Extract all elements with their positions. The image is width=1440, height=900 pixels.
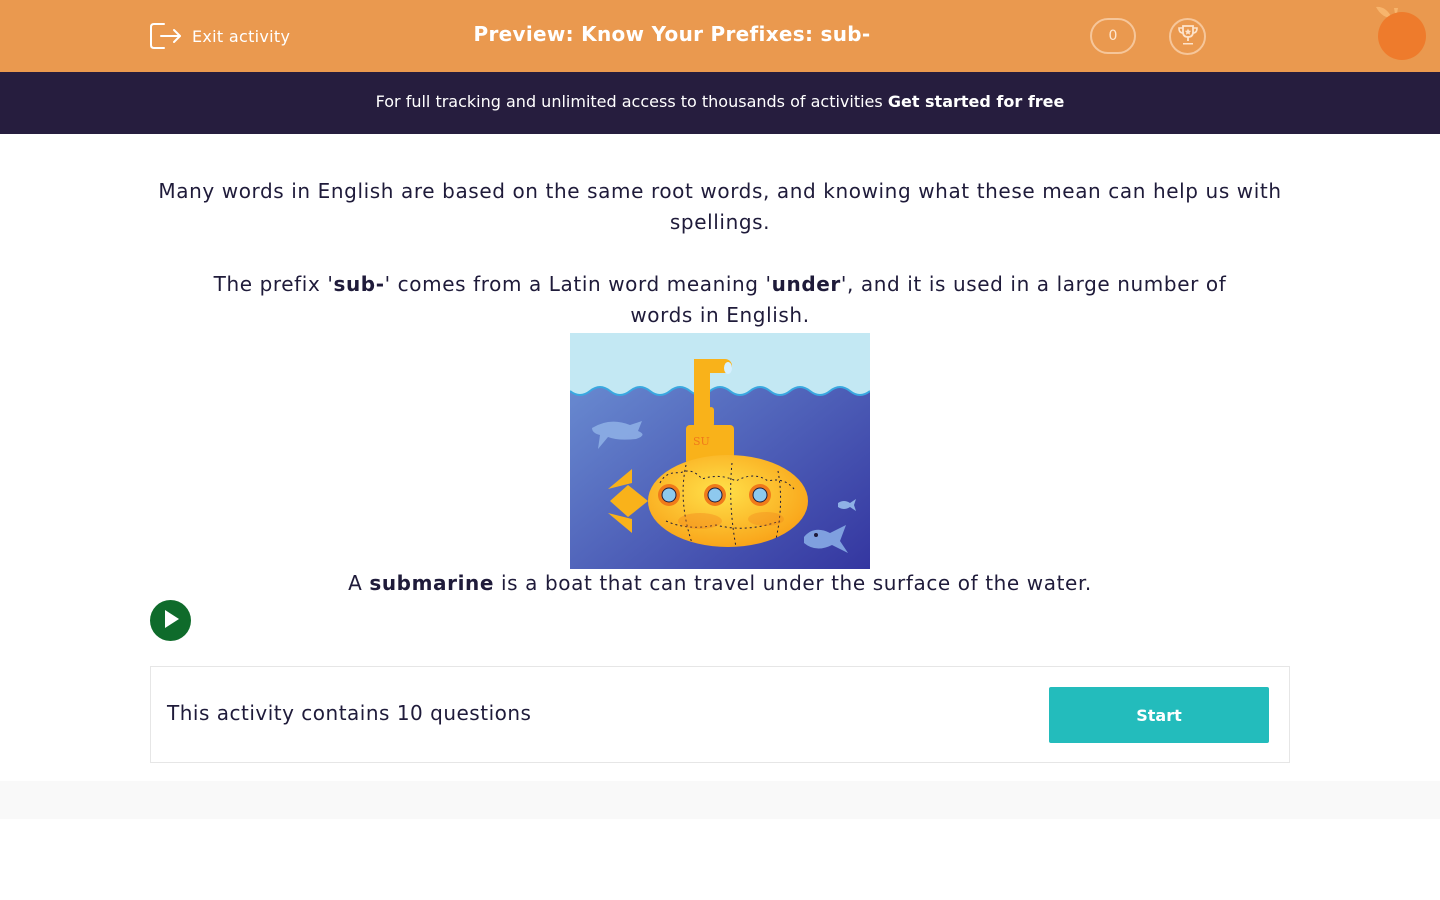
play-icon xyxy=(162,609,180,633)
trophy-icon xyxy=(1177,24,1199,50)
meaning-term: under xyxy=(771,272,841,296)
caption-text-part: A xyxy=(348,571,370,595)
intro-paragraph-1: Many words in English are based on the s… xyxy=(158,179,1282,234)
submarine-illustration: SU xyxy=(569,333,871,569)
intro-text: Many words in English are based on the s… xyxy=(150,176,1290,331)
top-bar: Exit activity Preview: Know Your Prefixe… xyxy=(0,0,1440,72)
question-count-text: This activity contains 10 questions xyxy=(167,701,532,725)
intro-paragraph-2: The prefix 'sub-' comes from a Latin wor… xyxy=(150,269,1290,331)
promo-banner: For full tracking and unlimited access t… xyxy=(0,72,1440,134)
caption-text-part: is a boat that can travel under the surf… xyxy=(494,571,1092,595)
activity-card: This activity contains 10 questions Star… xyxy=(150,666,1290,763)
score-counter: 0 xyxy=(1090,18,1136,54)
play-audio-button[interactable] xyxy=(150,600,191,641)
intro-text-part: ' comes from a Latin word meaning ' xyxy=(384,272,772,296)
orange-logo-icon[interactable] xyxy=(1374,4,1430,66)
illustration-caption: A submarine is a boat that can travel un… xyxy=(150,568,1290,599)
footer-strip xyxy=(0,781,1440,819)
promo-text: For full tracking and unlimited access t… xyxy=(375,92,888,111)
hull-lettering: SU xyxy=(693,435,710,448)
start-button[interactable]: Start xyxy=(1049,687,1269,743)
prefix-term: sub- xyxy=(333,272,385,296)
intro-text-part: The prefix ' xyxy=(213,272,334,296)
trophy-button[interactable] xyxy=(1169,18,1206,55)
get-started-link[interactable]: Get started for free xyxy=(888,92,1065,111)
page-title: Preview: Know Your Prefixes: sub- xyxy=(473,22,871,46)
caption-term: submarine xyxy=(369,571,495,595)
